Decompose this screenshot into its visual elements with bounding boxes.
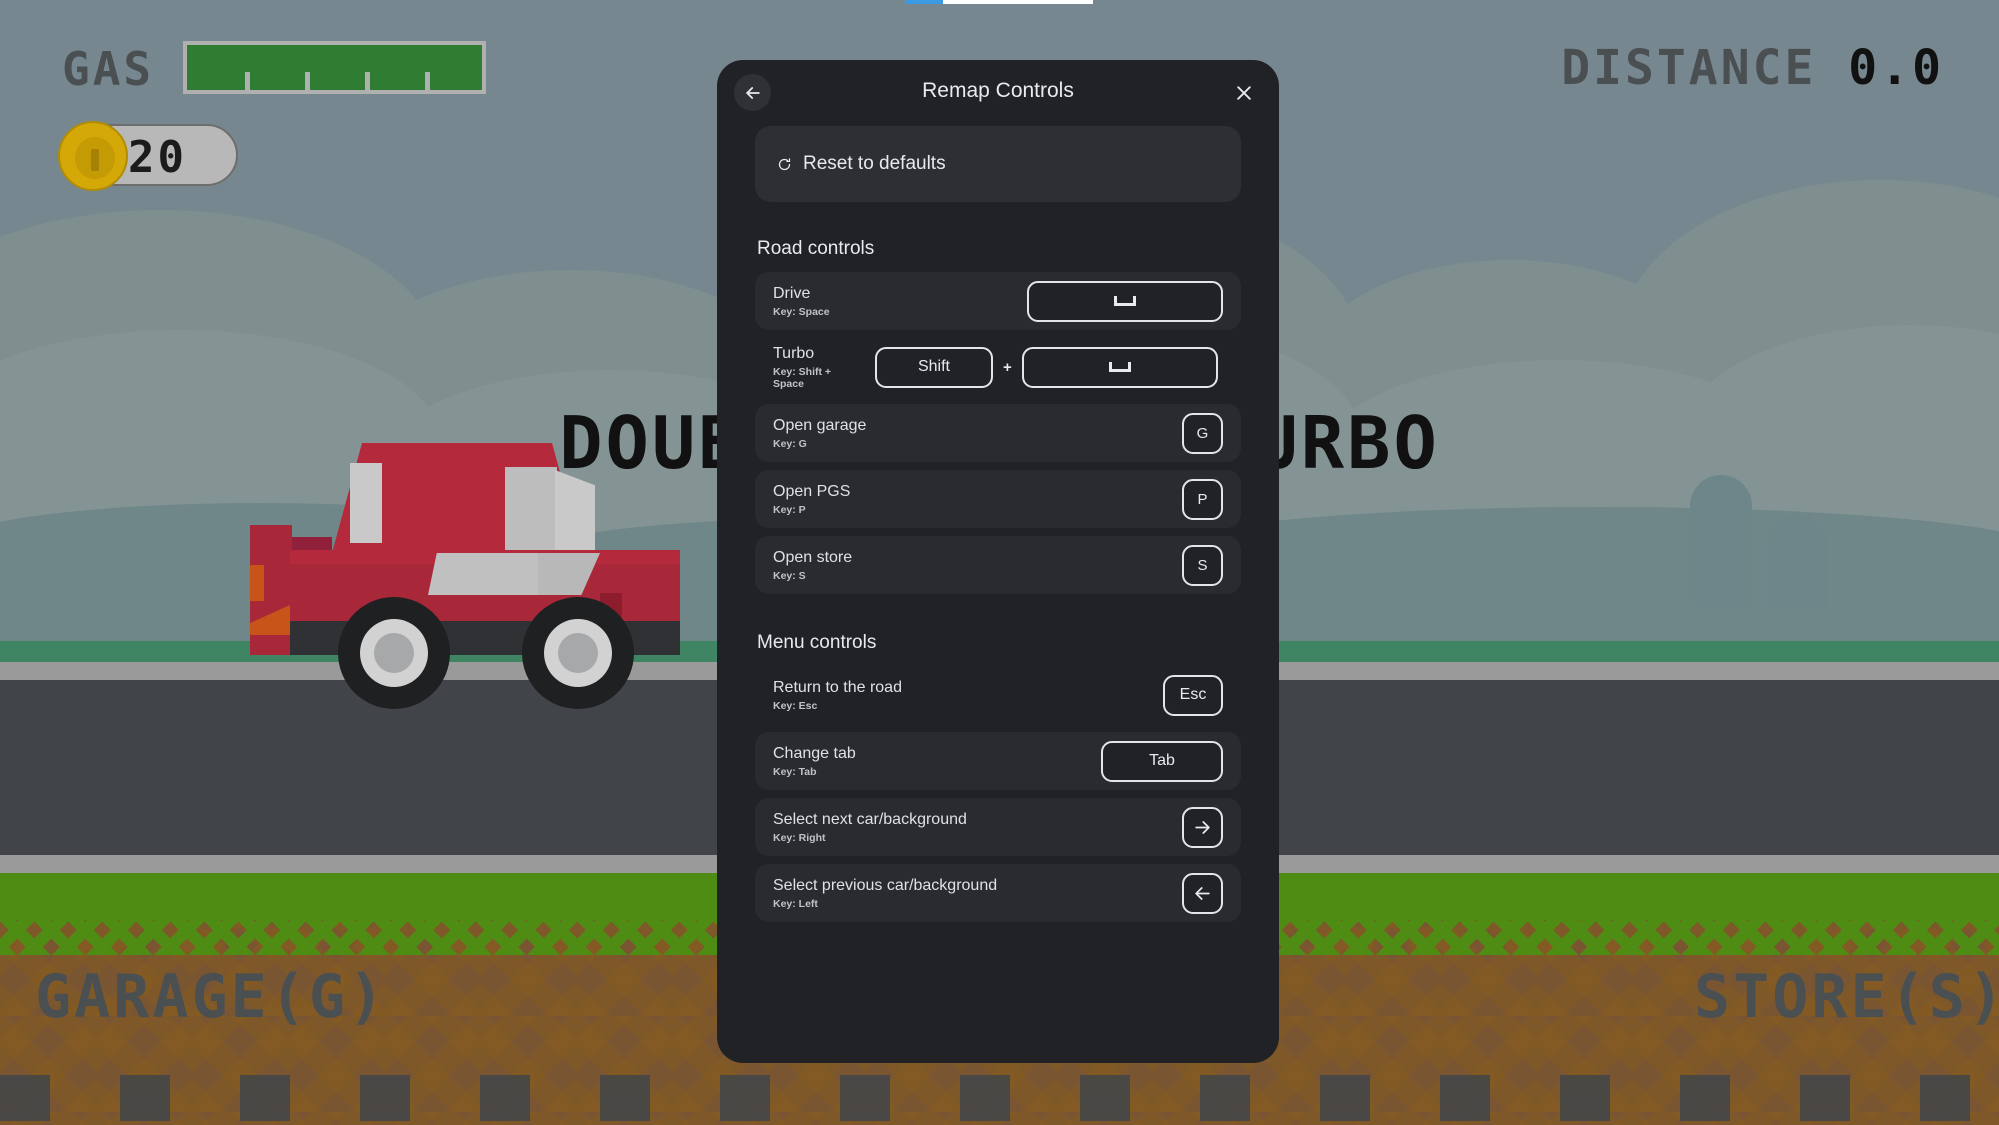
- control-row-change-tab[interactable]: Change tab Key: Tab Tab: [755, 732, 1241, 790]
- coin-count: 20: [128, 132, 187, 183]
- control-row-select-next-car-background[interactable]: Select next car/background Key: Right: [755, 798, 1241, 856]
- control-row-open-garage[interactable]: Open garage Key: G G: [755, 404, 1241, 462]
- key-binding-combo: Shift +: [875, 346, 1218, 388]
- key-binding: Tab: [1101, 740, 1223, 782]
- control-name: Open store: [773, 548, 853, 566]
- control-key-text: Key: P: [773, 504, 806, 517]
- control-key-text: Key: S: [773, 570, 806, 583]
- control-row-open-pgs[interactable]: Open PGS Key: P P: [755, 470, 1241, 528]
- control-text: Turbo Key: Shift + Space: [773, 344, 863, 390]
- close-button[interactable]: [1225, 74, 1262, 111]
- gas-label: GAS: [62, 42, 155, 96]
- control-name: Open PGS: [773, 482, 851, 500]
- gas-gauge-fill: [187, 45, 482, 90]
- keycap-label: Esc: [1179, 686, 1207, 703]
- combo-separator: +: [1003, 358, 1012, 376]
- control-row-drive[interactable]: Drive Key: Space: [755, 272, 1241, 330]
- control-key-text: Key: G: [773, 438, 807, 451]
- control-key-text: Key: Tab: [773, 766, 817, 779]
- key-binding: G: [1182, 412, 1223, 454]
- control-name: Select previous car/background: [773, 876, 998, 894]
- distance-readout: DISTANCE 0.0: [1561, 40, 1944, 96]
- dialog-title: Remap Controls: [922, 79, 1074, 102]
- keycap-label: P: [1197, 490, 1208, 508]
- section-title: Menu controls: [757, 632, 877, 653]
- dialog-body: Reset to defaults Road controls Drive Key:…: [717, 126, 1279, 922]
- key-binding: S: [1182, 544, 1223, 586]
- reset-to-defaults-label: Reset to defaults: [803, 153, 946, 174]
- keycap-arrow-right[interactable]: [1182, 806, 1223, 848]
- keycap-esc[interactable]: Esc: [1163, 674, 1223, 716]
- keycap-arrow-left[interactable]: [1182, 872, 1223, 914]
- reset-circular-arrow-icon: [777, 157, 792, 172]
- control-name: Open garage: [773, 416, 867, 434]
- arrow-left-icon: [1193, 884, 1212, 903]
- control-key-text: Key: Right: [773, 832, 826, 845]
- spacebar-icon: [1114, 296, 1136, 306]
- tree-silhouette: [1690, 475, 1752, 605]
- keycap-shift[interactable]: Shift: [875, 346, 993, 388]
- control-text: Drive Key: Space: [773, 284, 830, 318]
- control-key-text: Key: Shift + Space: [773, 366, 832, 391]
- control-text: Change tab Key: Tab: [773, 744, 856, 778]
- keycap-space[interactable]: [1027, 280, 1223, 322]
- control-key-text: Key: Space: [773, 306, 830, 319]
- key-binding: [1027, 280, 1223, 322]
- keycap-label: G: [1196, 424, 1209, 442]
- control-name: Drive: [773, 284, 811, 302]
- gas-gauge: [183, 41, 486, 94]
- control-name: Change tab: [773, 744, 856, 762]
- tree-silhouette: [1766, 515, 1828, 610]
- keycap-space[interactable]: [1021, 346, 1218, 388]
- control-text: Return to the road Key: Esc: [773, 678, 902, 712]
- keycap-tab[interactable]: Tab: [1101, 740, 1223, 782]
- arrow-right-icon: [1193, 818, 1212, 837]
- dirt-rocks: [0, 1075, 1999, 1121]
- keycap-s[interactable]: S: [1182, 544, 1223, 586]
- control-key-text: Key: Left: [773, 898, 818, 911]
- keycap-label: S: [1197, 556, 1208, 574]
- control-row-return-to-the-road[interactable]: Return to the road Key: Esc Esc: [755, 666, 1241, 724]
- page-load-progress-bar: [905, 0, 1093, 4]
- reset-to-defaults-button[interactable]: Reset to defaults: [755, 126, 1241, 202]
- section-title: Road controls: [757, 238, 875, 259]
- key-binding: [1182, 872, 1223, 914]
- control-name: Return to the road: [773, 678, 902, 696]
- distance-label: DISTANCE: [1561, 40, 1817, 96]
- control-name: Select next car/background: [773, 810, 967, 828]
- key-binding: Esc: [1163, 674, 1223, 716]
- control-text: Open PGS Key: P: [773, 482, 850, 516]
- distance-value: 0.0: [1848, 40, 1944, 96]
- coin-icon: [58, 121, 128, 191]
- control-row-turbo[interactable]: Turbo Key: Shift + Space Shift +: [755, 338, 1241, 396]
- control-text: Select next car/background Key: Right: [773, 810, 967, 844]
- remap-controls-dialog: Remap Controls Reset to defaults Road co…: [717, 60, 1279, 1063]
- keycap-g[interactable]: G: [1182, 412, 1223, 454]
- key-binding: [1182, 806, 1223, 848]
- dialog-header: Remap Controls: [717, 60, 1279, 126]
- control-sections: Road controls Drive Key: Space Turbo Key: Sh…: [755, 238, 1241, 922]
- garage-button-label[interactable]: GARAGE(G): [35, 962, 387, 1032]
- keycap-label: Shift: [917, 358, 950, 375]
- control-text: Select previous car/background Key: Left: [773, 876, 997, 910]
- control-row-select-previous-car-background[interactable]: Select previous car/background Key: Left: [755, 864, 1241, 922]
- control-row-open-store[interactable]: Open store Key: S S: [755, 536, 1241, 594]
- control-name: Turbo: [773, 344, 815, 362]
- control-key-text: Key: Esc: [773, 700, 818, 713]
- control-text: Open garage Key: G: [773, 416, 866, 450]
- close-icon: [1234, 83, 1254, 103]
- spacebar-icon: [1108, 362, 1131, 372]
- control-text: Open store Key: S: [773, 548, 852, 582]
- page-load-progress-fill: [905, 0, 943, 4]
- store-button-label[interactable]: STORE(S): [1694, 962, 1999, 1032]
- keycap-p[interactable]: P: [1182, 478, 1223, 520]
- keycap-label: Tab: [1149, 752, 1175, 769]
- key-binding: P: [1182, 478, 1223, 520]
